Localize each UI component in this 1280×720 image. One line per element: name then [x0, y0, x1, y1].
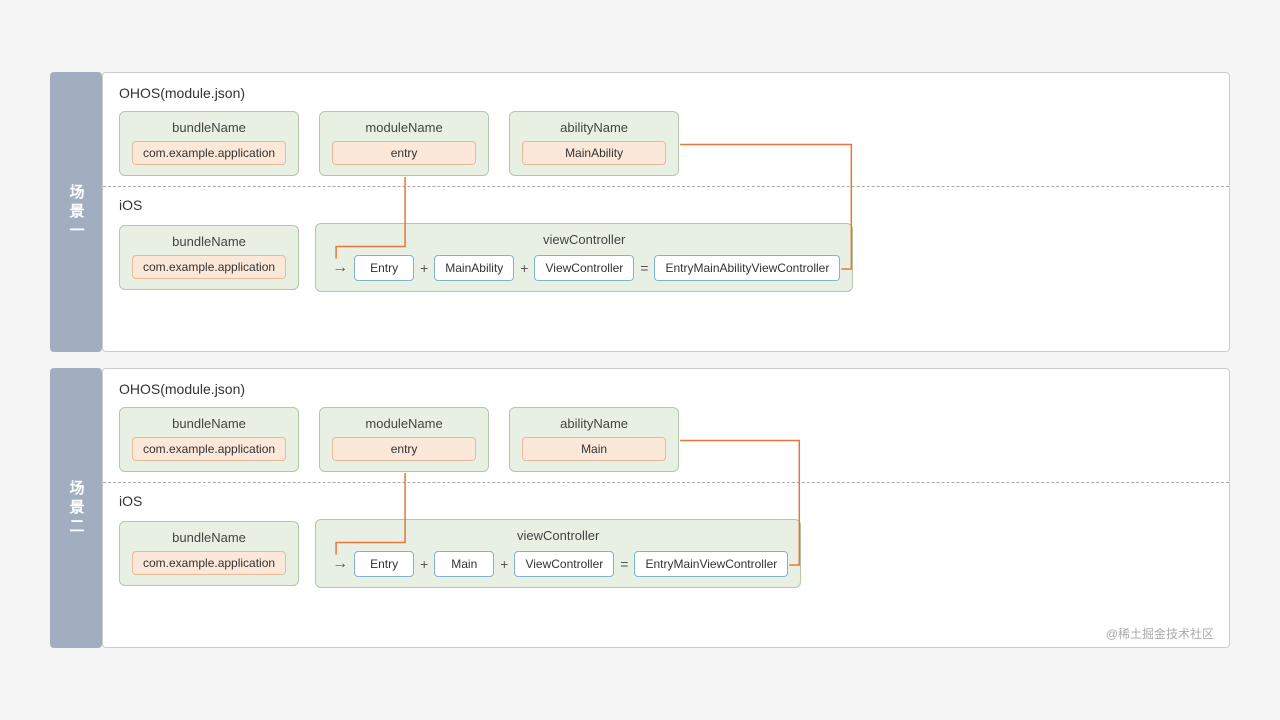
scene-1-cards-row: bundleName com.example.application modul… — [119, 111, 1213, 176]
scene-2-eq: = — [620, 556, 628, 572]
scene-1-row: 场景一 OHOS(module.json) bundleName com.exa… — [50, 72, 1230, 352]
scene-1-plus2: + — [520, 260, 528, 276]
scene-2-module-label: moduleName — [332, 416, 476, 431]
scene-1-bundle-label: bundleName — [132, 120, 286, 135]
scene-1-ability-value: MainAbility — [522, 141, 666, 165]
scene-2-entry-tag: Entry — [354, 551, 414, 577]
scene-2-ios-bundle-card: bundleName com.example.application — [119, 521, 299, 586]
scene-1-label: 场景一 — [50, 72, 102, 352]
scene-2-bundle-card: bundleName com.example.application — [119, 407, 299, 472]
scene-2-ohos-title: OHOS(module.json) — [119, 381, 1213, 397]
scene-2-vc-tag: ViewController — [514, 551, 614, 577]
scene-2-bundle-label: bundleName — [132, 416, 286, 431]
scene-2-ios-bundle-value: com.example.application — [132, 551, 286, 575]
scene-2-ability-card: abilityName Main — [509, 407, 679, 472]
watermark: @稀土掘金技术社区 — [1106, 625, 1214, 642]
scene-2-ability-tag: Main — [434, 551, 494, 577]
scene-1-module-label: moduleName — [332, 120, 476, 135]
scene-1-vc-card: viewController → Entry + MainAbility + V… — [315, 223, 853, 292]
scene-2-ios-row: bundleName com.example.application viewC… — [119, 519, 1213, 588]
scene-2-ios-section: iOS bundleName com.example.application v… — [103, 483, 1229, 602]
scene-2-plus1: + — [420, 556, 428, 572]
scene-2-ios-title: iOS — [119, 493, 1213, 509]
scene-2-ohos-section: OHOS(module.json) bundleName com.example… — [103, 369, 1229, 483]
scene-2-module-value: entry — [332, 437, 476, 461]
scene-1-module-value: entry — [332, 141, 476, 165]
scene-1-ability-tag: MainAbility — [434, 255, 514, 281]
scene-1-plus1: + — [420, 260, 428, 276]
scene-2-vc-card: viewController → Entry + Main + ViewCont… — [315, 519, 801, 588]
scene-2-vc-title: viewController — [517, 528, 599, 543]
scene-1-entry-tag: Entry — [354, 255, 414, 281]
scene-1-ability-label: abilityName — [522, 120, 666, 135]
scene-1-bundle-card: bundleName com.example.application — [119, 111, 299, 176]
scene-2-ios-bundle-label: bundleName — [132, 530, 286, 545]
scene-1-arrow: → — [332, 259, 348, 277]
scene-1-result-tag: EntryMainAbilityViewController — [654, 255, 840, 281]
scene-1-module-card: moduleName entry — [319, 111, 489, 176]
scene-2-label: 场景二 — [50, 368, 102, 648]
scene-1-vc-tag: ViewController — [534, 255, 634, 281]
scene-1-ios-bundle-card: bundleName com.example.application — [119, 225, 299, 290]
scene-2-cards-row: bundleName com.example.application modul… — [119, 407, 1213, 472]
scene-2-row: 场景二 OHOS(module.json) bundleName com.exa… — [50, 368, 1230, 648]
scene-2-ability-value: Main — [522, 437, 666, 461]
scene-2-arrow: → — [332, 555, 348, 573]
scene-1-ios-section: iOS bundleName com.example.application v… — [103, 187, 1229, 306]
scene-1-ios-title: iOS — [119, 197, 1213, 213]
page-wrapper: 场景一 OHOS(module.json) bundleName com.exa… — [50, 72, 1230, 648]
scene-1-ios-bundle-value: com.example.application — [132, 255, 286, 279]
scene-2-plus2: + — [500, 556, 508, 572]
scene-2-module-card: moduleName entry — [319, 407, 489, 472]
scene-2-vc-inner: → Entry + Main + ViewController = EntryM… — [328, 551, 788, 577]
scene-1-ohos-section: OHOS(module.json) bundleName com.example… — [103, 73, 1229, 187]
scene-1-vc-inner: → Entry + MainAbility + ViewController =… — [328, 255, 840, 281]
scene-1-bundle-value: com.example.application — [132, 141, 286, 165]
scene-2-result-tag: EntryMainViewController — [634, 551, 788, 577]
scene-1-ios-bundle-label: bundleName — [132, 234, 286, 249]
scene-1-eq: = — [640, 260, 648, 276]
scene-2-content: OHOS(module.json) bundleName com.example… — [102, 368, 1230, 648]
scene-1-ohos-title: OHOS(module.json) — [119, 85, 1213, 101]
scene-2-ability-label: abilityName — [522, 416, 666, 431]
scene-1-vc-title: viewController — [543, 232, 625, 247]
scene-1-ios-row: bundleName com.example.application viewC… — [119, 223, 1213, 292]
scene-1-ability-card: abilityName MainAbility — [509, 111, 679, 176]
scene-2-bundle-value: com.example.application — [132, 437, 286, 461]
scene-1-content: OHOS(module.json) bundleName com.example… — [102, 72, 1230, 352]
